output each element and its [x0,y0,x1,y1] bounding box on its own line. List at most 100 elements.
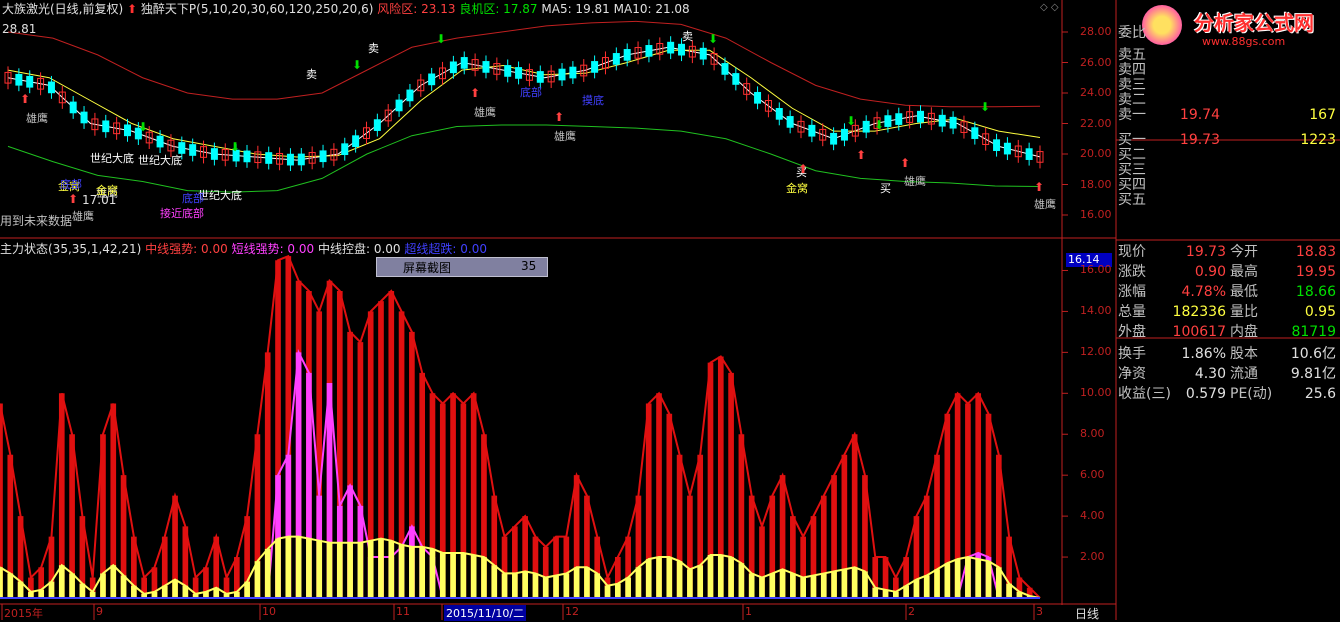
candle-body [460,57,468,69]
down-arrow-icon: ⬇ [230,140,241,154]
candle-body [917,110,925,123]
candle-body [297,153,305,166]
period-label[interactable]: 日线 [1075,605,1099,622]
sell-level-row: 卖五 [1118,48,1340,63]
screenshot-value: 35 [521,259,537,273]
candle-body [428,73,436,86]
ma10-value: MA10: 21.08 [613,2,690,16]
candle-body [1003,142,1011,155]
x-axis-label: 11 [396,605,410,618]
stat-label: 涨跌 [1118,264,1146,280]
signal-label: 世纪大底 [90,152,134,165]
stat-value: 0.579 [1185,386,1226,402]
x-axis-cursor-date: 2015/11/10/二 [444,605,527,621]
down-arrow-icon: ⬇ [352,58,363,72]
level-price: 19.73 [1179,132,1220,148]
ma5-value: MA5: 19.81 [541,2,610,16]
indicator-tick-label: 10.00 [1080,386,1112,400]
level-label: 买二 [1118,147,1146,163]
candle-body [938,114,946,127]
candle-body [373,119,381,131]
signal-label: 摸底 [582,94,604,107]
screenshot-tooltip[interactable]: 屏幕截图 35 [376,257,548,277]
stat-value: 25.6 [1304,386,1336,402]
candle-body [569,66,577,79]
sell-level-row: 卖二 [1118,93,1340,108]
price-tick-label: 20.00 [1080,147,1112,160]
stat-value: 4.30 [1194,366,1226,382]
signal-label: 雄鹰 [1034,198,1056,211]
level-label: 卖二 [1118,92,1146,108]
candle-body [449,61,457,74]
candle-body [754,91,762,104]
candle-body [515,67,523,79]
candle-body [69,101,77,114]
level-volume: 167 [1309,107,1336,123]
signal-label: 卖 [682,30,693,43]
candle-body [949,116,957,129]
stat-label: 内盘 [1230,324,1258,340]
signal-label: 世纪大底 [138,154,182,167]
candle-body [830,132,838,145]
price-tick-label: 18.00 [1080,177,1112,191]
sell-level-row: 卖四 [1118,63,1340,78]
sell-level-row: 卖一 19.74 167 [1118,108,1340,123]
signal-label: 底部 [520,86,542,99]
candle-body [80,111,88,124]
indicator-chart[interactable] [0,254,1068,599]
x-axis-label: 12 [565,605,579,618]
stat-label: 最低 [1230,284,1258,300]
quote-stat-row: 现价 19.73 今开 18.83 [1118,242,1340,262]
opportunity-zone-value: 良机区: 17.87 [459,2,538,16]
quote-stat-row: 涨幅 4.78% 最低 18.66 [1118,282,1340,302]
up-arrow-icon: ⬆ [68,192,79,206]
up-arrow-icon: ⬆ [798,162,809,176]
signal-label: 雄鹰 [474,106,496,119]
watermark-text: 分析家公式网 [1194,11,1314,35]
price-high-label: 28.81 [2,22,37,36]
candle-body [47,81,55,94]
level-label: 卖一 [1118,107,1146,123]
stock-title: 大族激光(日线,前复权) ⬆ 独醉天下P(5,10,20,30,60,120,2… [2,0,690,17]
x-axis-label: 10 [262,605,276,618]
future-data-note: 用到未来数据 [0,214,73,228]
mid-control-value: 中线控盘: 0.00 [317,242,401,256]
signal-label: 卖 [306,68,317,81]
candle-body [667,41,675,54]
screenshot-label: 屏幕截图 [403,261,452,275]
signal-label: 卖 [368,42,379,55]
stat-value: 9.81亿 [1290,366,1336,382]
stat-value: 18.83 [1295,244,1336,260]
stat-value: 1.86% [1181,346,1226,362]
candle-body [591,61,599,73]
window-control-icon[interactable]: ◇ ◇ [1040,2,1059,13]
candle-body [26,75,34,88]
x-axis-label: 2 [908,605,915,618]
stat-label: 换手 [1118,346,1146,362]
level-label: 买三 [1118,162,1146,178]
candle-body [536,71,544,83]
level-price: 19.74 [1179,107,1220,123]
down-arrow-icon: ⬇ [436,32,447,46]
candle-body [884,115,892,127]
buy-level-row: 买四 [1118,178,1340,193]
buy-level-row: 买五 [1118,193,1340,208]
level-label: 卖四 [1118,62,1146,78]
candle-body [406,89,414,102]
quote-stat-row: 换手 1.86% 股本 10.6亿 [1118,344,1340,364]
level-label: 买四 [1118,177,1146,193]
x-axis-label: 2015年 [4,607,43,620]
indicator-tick-label: 6.00 [1080,468,1105,482]
flower-icon [1142,5,1182,45]
level-volume: 1223 [1300,132,1336,148]
candle-body [102,120,110,133]
candle-body [840,128,848,141]
candle-body [558,68,566,81]
signal-label: 金窝 [96,184,118,197]
price-tick-label: 24.00 [1080,86,1112,99]
candle-body [189,144,197,156]
candle-body [504,65,512,77]
candle-body [699,47,707,60]
down-arrow-icon: ⬇ [708,32,719,46]
stat-value: 18.66 [1295,284,1336,300]
